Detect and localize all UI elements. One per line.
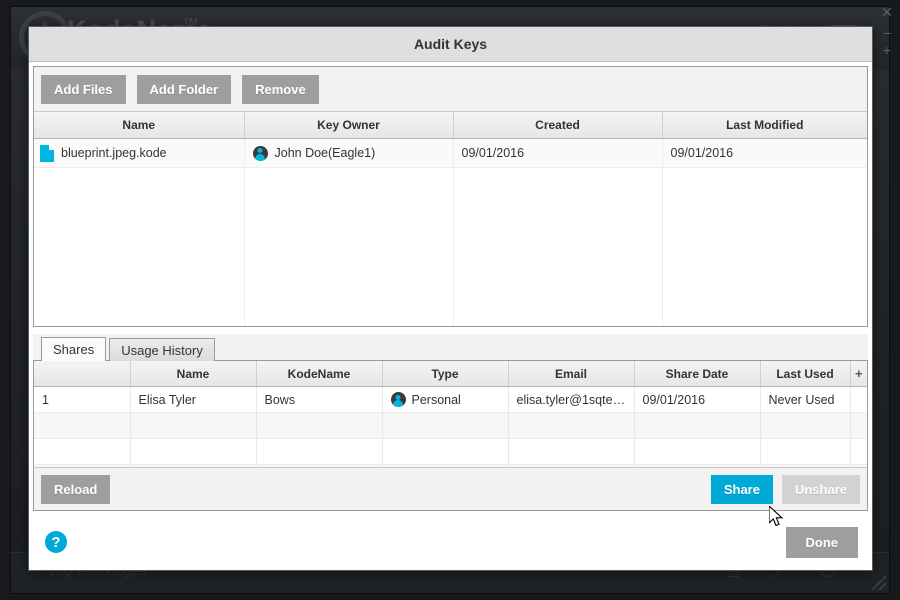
shares-column-name[interactable]: Name [130, 361, 257, 387]
shares-cell-kodename[interactable]: Bows [256, 386, 383, 413]
table-row[interactable]: blueprint.jpeg.kode John Doe(Eagle1) 09/… [34, 138, 867, 168]
files-table: Name Key Owner Created Last Modified blu… [34, 112, 867, 326]
files-column-last-modified[interactable]: Last Modified [662, 112, 867, 139]
dialog-title: Audit Keys [29, 27, 872, 62]
table-row[interactable] [34, 412, 867, 439]
files-toolbar: Add Files Add Folder Remove [34, 67, 867, 112]
add-files-button[interactable]: Add Files [41, 74, 126, 104]
window-minimize-icon[interactable]: – [876, 24, 898, 40]
shares-table: Name KodeName Type Email Share Date Last… [34, 361, 867, 467]
key-owner-text: John Doe(Eagle1) [274, 146, 376, 160]
files-column-created[interactable]: Created [453, 112, 663, 139]
file-icon [40, 144, 54, 162]
shares-column-type[interactable]: Type [382, 361, 509, 387]
window-maximize-icon[interactable]: + [876, 42, 898, 58]
audit-keys-dialog: Audit Keys Add Files Add Folder Remove N… [28, 26, 873, 571]
shares-cell-last-used[interactable]: Never Used [760, 386, 851, 413]
shares-cell-spacer [850, 386, 867, 413]
files-cell-last-modified[interactable]: 09/01/2016 [662, 138, 867, 168]
table-row[interactable] [34, 438, 867, 465]
add-folder-button[interactable]: Add Folder [136, 74, 232, 104]
shares-column-share-date[interactable]: Share Date [634, 361, 761, 387]
shares-cell-type[interactable]: Personal [382, 386, 509, 413]
shares-action-bar: Reload Share Unshare [33, 467, 868, 511]
share-button[interactable]: Share [710, 474, 773, 504]
reload-button[interactable]: Reload [41, 474, 111, 504]
files-cell-created[interactable]: 09/01/2016 [453, 138, 663, 168]
shares-panel: Shares Usage History Name KodeName Type … [33, 334, 868, 511]
table-row[interactable] [34, 196, 867, 224]
shares-cell-name[interactable]: Elisa Tyler [130, 386, 257, 413]
shares-column-kodename[interactable]: KodeName [256, 361, 383, 387]
avatar [252, 145, 268, 161]
shares-cell-index[interactable]: 1 [34, 386, 131, 413]
files-cell-key-owner[interactable]: John Doe(Eagle1) [244, 138, 454, 168]
table-row[interactable]: 1 Elisa Tyler Bows Personal elisa.tyler@… [34, 386, 867, 413]
files-column-name[interactable]: Name [34, 112, 245, 139]
tab-strip: Shares Usage History [33, 334, 868, 361]
shares-column-last-used[interactable]: Last Used [760, 361, 851, 387]
resize-grip-icon[interactable] [872, 576, 886, 590]
done-button[interactable]: Done [785, 526, 858, 558]
files-panel: Add Files Add Folder Remove Name Key Own… [33, 66, 868, 327]
shares-grid-container[interactable]: Name KodeName Type Email Share Date Last… [33, 361, 868, 467]
window-close-icon[interactable]: ✕ [876, 4, 898, 21]
files-grid-container[interactable]: Name Key Owner Created Last Modified blu… [34, 112, 867, 326]
remove-button[interactable]: Remove [242, 74, 319, 104]
shares-column-email[interactable]: Email [508, 361, 635, 387]
dialog-body: Add Files Add Folder Remove Name Key Own… [29, 62, 872, 570]
tab-shares[interactable]: Shares [41, 337, 107, 361]
files-column-key-owner[interactable]: Key Owner [244, 112, 454, 139]
dialog-footer: ? Done [33, 518, 868, 566]
share-type-text: Personal [411, 392, 461, 407]
files-cell-name[interactable]: blueprint.jpeg.kode [34, 138, 245, 168]
help-icon[interactable]: ? [45, 531, 67, 553]
personal-type-icon [390, 392, 406, 407]
table-row[interactable] [34, 224, 867, 252]
shares-cell-share-date[interactable]: 09/01/2016 [634, 386, 761, 413]
shares-column-index[interactable] [34, 361, 131, 387]
table-row[interactable] [34, 167, 867, 196]
shares-table-header-row: Name KodeName Type Email Share Date Last… [34, 361, 867, 387]
tab-usage-history[interactable]: Usage History [109, 338, 215, 361]
file-name-text: blueprint.jpeg.kode [61, 146, 167, 160]
table-row[interactable] [34, 252, 867, 326]
screen: KodeName TM Email Logout 1SQ Technologie… [0, 0, 900, 600]
add-column-button[interactable]: + [849, 361, 867, 387]
files-table-header-row: Name Key Owner Created Last Modified [34, 112, 867, 139]
shares-cell-email[interactable]: elisa.tyler@1sqtech... [508, 386, 635, 413]
unshare-button: Unshare [781, 474, 860, 504]
